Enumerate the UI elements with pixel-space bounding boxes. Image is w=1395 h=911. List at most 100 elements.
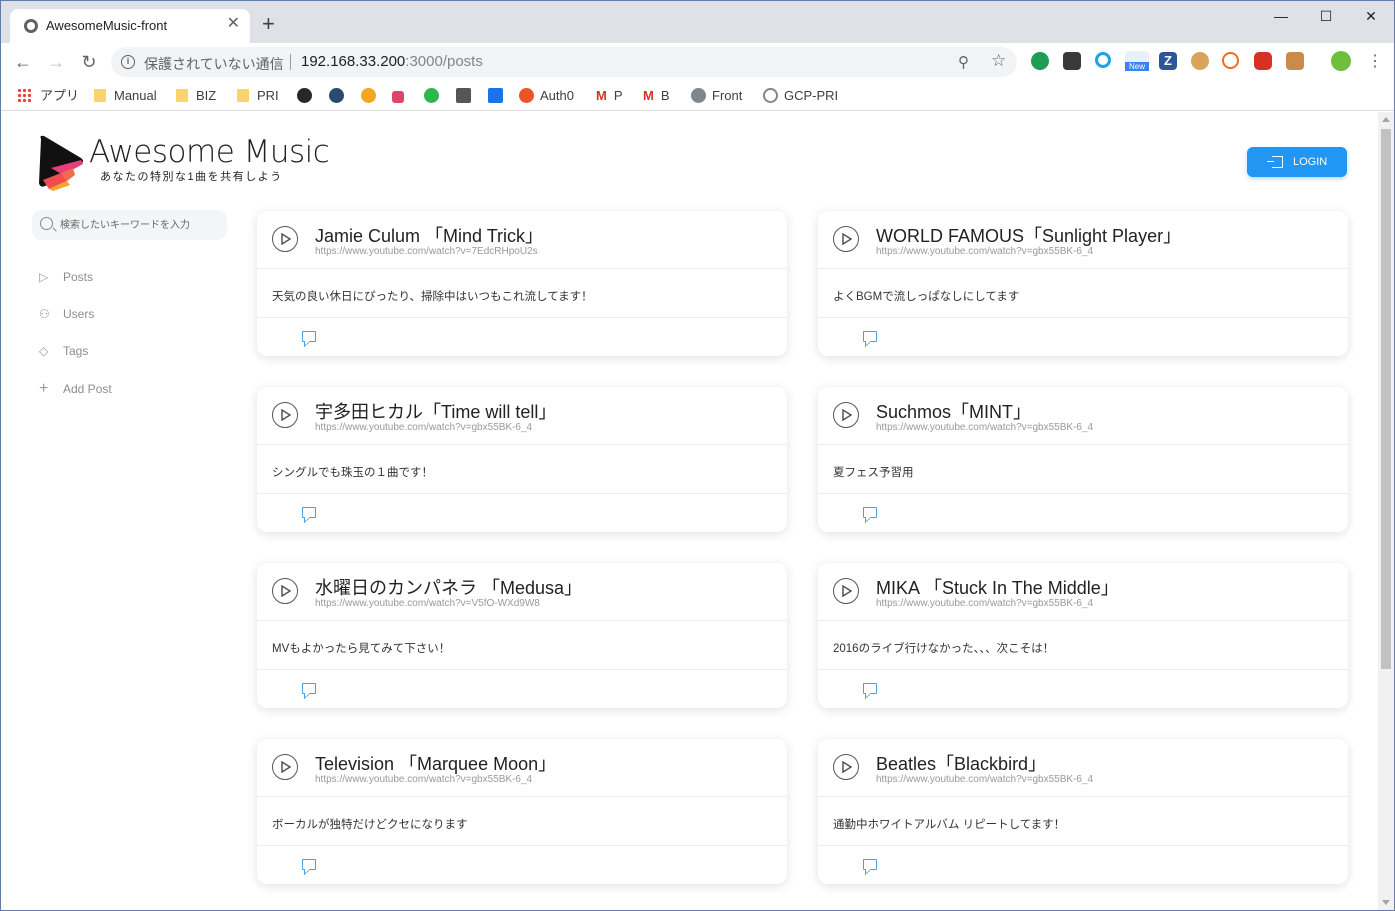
reload-icon[interactable]: ↻ xyxy=(77,51,101,75)
bookmarks-bar: アプリ Manual BIZ PRI Auth0 MP MB Front GCP… xyxy=(1,81,1394,111)
post-title: Television 「Marquee Moon」 xyxy=(315,754,557,774)
card-divider xyxy=(257,620,787,621)
post-url[interactable]: https://www.youtube.com/watch?v=V5fO-WXd… xyxy=(315,598,540,609)
search-input[interactable] xyxy=(60,216,220,234)
bookmark-apps[interactable]: アプリ xyxy=(17,86,79,106)
comment-icon[interactable] xyxy=(863,507,877,518)
bookmark-label: アプリ xyxy=(40,88,80,103)
extension-b-icon[interactable] xyxy=(1222,52,1239,69)
bookmark-manual[interactable]: Manual xyxy=(94,86,157,106)
bookmark-qiita[interactable] xyxy=(392,86,410,106)
bookmark-label: GCP-PRI xyxy=(784,88,839,103)
post-card: 宇多田ヒカル「Time will tell」 https://www.youtu… xyxy=(257,387,787,532)
page-scrollbar[interactable] xyxy=(1378,112,1394,910)
scroll-down-icon[interactable] xyxy=(1382,900,1390,905)
address-bar[interactable]: i 保護されていない通信 192.168.33.200:3000/posts ⚲… xyxy=(111,47,1017,77)
comment-icon[interactable] xyxy=(302,683,316,694)
globe-icon xyxy=(691,88,706,103)
maximize-button[interactable]: ☐ xyxy=(1303,5,1349,29)
extension-cookie-icon[interactable] xyxy=(1191,52,1209,70)
comment-icon[interactable] xyxy=(302,507,316,518)
post-title: 水曜日のカンパネラ 「Medusa」 xyxy=(315,578,583,598)
post-comment: シングルでも珠玉の１曲です！ xyxy=(272,467,433,479)
comment-icon[interactable] xyxy=(302,859,316,870)
sidebar-item-label: Tags xyxy=(63,344,89,358)
card-divider xyxy=(818,796,1348,797)
comment-icon[interactable] xyxy=(302,331,316,342)
brand-title: Awesome Music xyxy=(89,134,330,170)
post-url[interactable]: https://www.youtube.com/watch?v=gbx55BK-… xyxy=(876,246,1093,257)
info-icon[interactable]: i xyxy=(121,55,135,69)
scroll-up-icon[interactable] xyxy=(1382,117,1390,122)
play-triangle xyxy=(281,232,291,245)
bookmark-calendar[interactable] xyxy=(488,86,509,106)
bookmark-biz[interactable]: BIZ xyxy=(176,86,216,106)
back-arrow-icon[interactable]: ← xyxy=(11,51,35,75)
forward-arrow-icon[interactable]: → xyxy=(44,51,68,75)
bookmark-auth0[interactable]: Auth0 xyxy=(519,86,574,106)
comment-icon[interactable] xyxy=(863,683,877,694)
bookmark-docker[interactable] xyxy=(329,86,350,106)
extension-arrow-icon[interactable] xyxy=(1063,52,1081,70)
extension-red-icon[interactable] xyxy=(1254,52,1272,70)
post-url[interactable]: https://www.youtube.com/watch?v=gbx55BK-… xyxy=(876,422,1093,433)
bookmark-gcp-pri[interactable]: GCP-PRI xyxy=(763,86,838,106)
bookmark-star-icon[interactable]: ☆ xyxy=(991,51,1006,71)
globe-icon xyxy=(24,19,38,33)
bookmark-co[interactable] xyxy=(361,86,382,106)
bookmark-tool[interactable] xyxy=(456,86,477,106)
browser-tab[interactable]: AwesomeMusic-front ✕ xyxy=(10,9,250,43)
extension-d-icon[interactable] xyxy=(1031,52,1049,70)
play-icon[interactable] xyxy=(833,754,859,780)
extension-new-icon[interactable]: New xyxy=(1125,51,1149,71)
card-divider xyxy=(818,669,1348,670)
play-triangle xyxy=(842,408,852,421)
auth0-icon xyxy=(519,88,534,103)
bookmark-front[interactable]: Front xyxy=(691,86,742,106)
close-window-button[interactable]: ✕ xyxy=(1348,5,1394,29)
card-divider xyxy=(257,317,787,318)
menu-kebab-icon[interactable]: ⋮ xyxy=(1363,51,1387,75)
users-icon: ⚇ xyxy=(39,307,50,321)
extension-refresh-icon[interactable] xyxy=(1095,52,1111,68)
url-path: :3000/posts xyxy=(405,53,483,70)
scroll-thumb[interactable] xyxy=(1381,129,1391,669)
play-icon[interactable] xyxy=(833,578,859,604)
profile-avatar[interactable] xyxy=(1331,51,1351,71)
zoom-icon[interactable]: ⚲ xyxy=(958,53,969,71)
url-text[interactable]: 192.168.33.200:3000/posts xyxy=(301,53,483,70)
bookmark-pri[interactable]: PRI xyxy=(237,86,279,106)
play-icon[interactable] xyxy=(833,402,859,428)
minimize-button[interactable]: — xyxy=(1258,5,1304,29)
comment-icon[interactable] xyxy=(863,331,877,342)
extension-z-icon[interactable]: Z xyxy=(1159,52,1177,70)
play-triangle xyxy=(281,584,291,597)
bookmark-gmail-b[interactable]: MB xyxy=(643,86,670,106)
play-icon[interactable] xyxy=(272,402,298,428)
bookmark-label: P xyxy=(613,88,623,103)
security-status[interactable]: 保護されていない通信 xyxy=(144,54,284,74)
bookmark-ac[interactable] xyxy=(424,86,445,106)
post-url[interactable]: https://www.youtube.com/watch?v=gbx55BK-… xyxy=(315,774,532,785)
play-icon[interactable] xyxy=(272,578,298,604)
post-title: Suchmos「MINT」 xyxy=(876,402,1032,422)
card-divider xyxy=(818,493,1348,494)
extension-box-icon[interactable] xyxy=(1286,52,1304,70)
post-url[interactable]: https://www.youtube.com/watch?v=gbx55BK-… xyxy=(315,422,532,433)
comment-icon[interactable] xyxy=(863,859,877,870)
bookmark-gmail-p[interactable]: MP xyxy=(596,86,623,106)
play-icon[interactable] xyxy=(272,754,298,780)
login-button[interactable]: LOGIN xyxy=(1247,147,1347,177)
play-icon[interactable] xyxy=(272,226,298,252)
login-icon xyxy=(1267,156,1283,168)
play-icon[interactable] xyxy=(833,226,859,252)
tab-close-icon[interactable]: ✕ xyxy=(227,16,240,32)
new-tab-button[interactable]: + xyxy=(262,13,275,35)
qiita-icon xyxy=(392,91,404,103)
bookmark-github[interactable] xyxy=(297,86,318,106)
post-url[interactable]: https://www.youtube.com/watch?v=gbx55BK-… xyxy=(876,598,1093,609)
post-url[interactable]: https://www.youtube.com/watch?v=7EdcRHpo… xyxy=(315,246,538,257)
post-url[interactable]: https://www.youtube.com/watch?v=gbx55BK-… xyxy=(876,774,1093,785)
sidebar-item-label: Posts xyxy=(63,270,94,284)
post-title: Beatles「Blackbird」 xyxy=(876,754,1047,774)
